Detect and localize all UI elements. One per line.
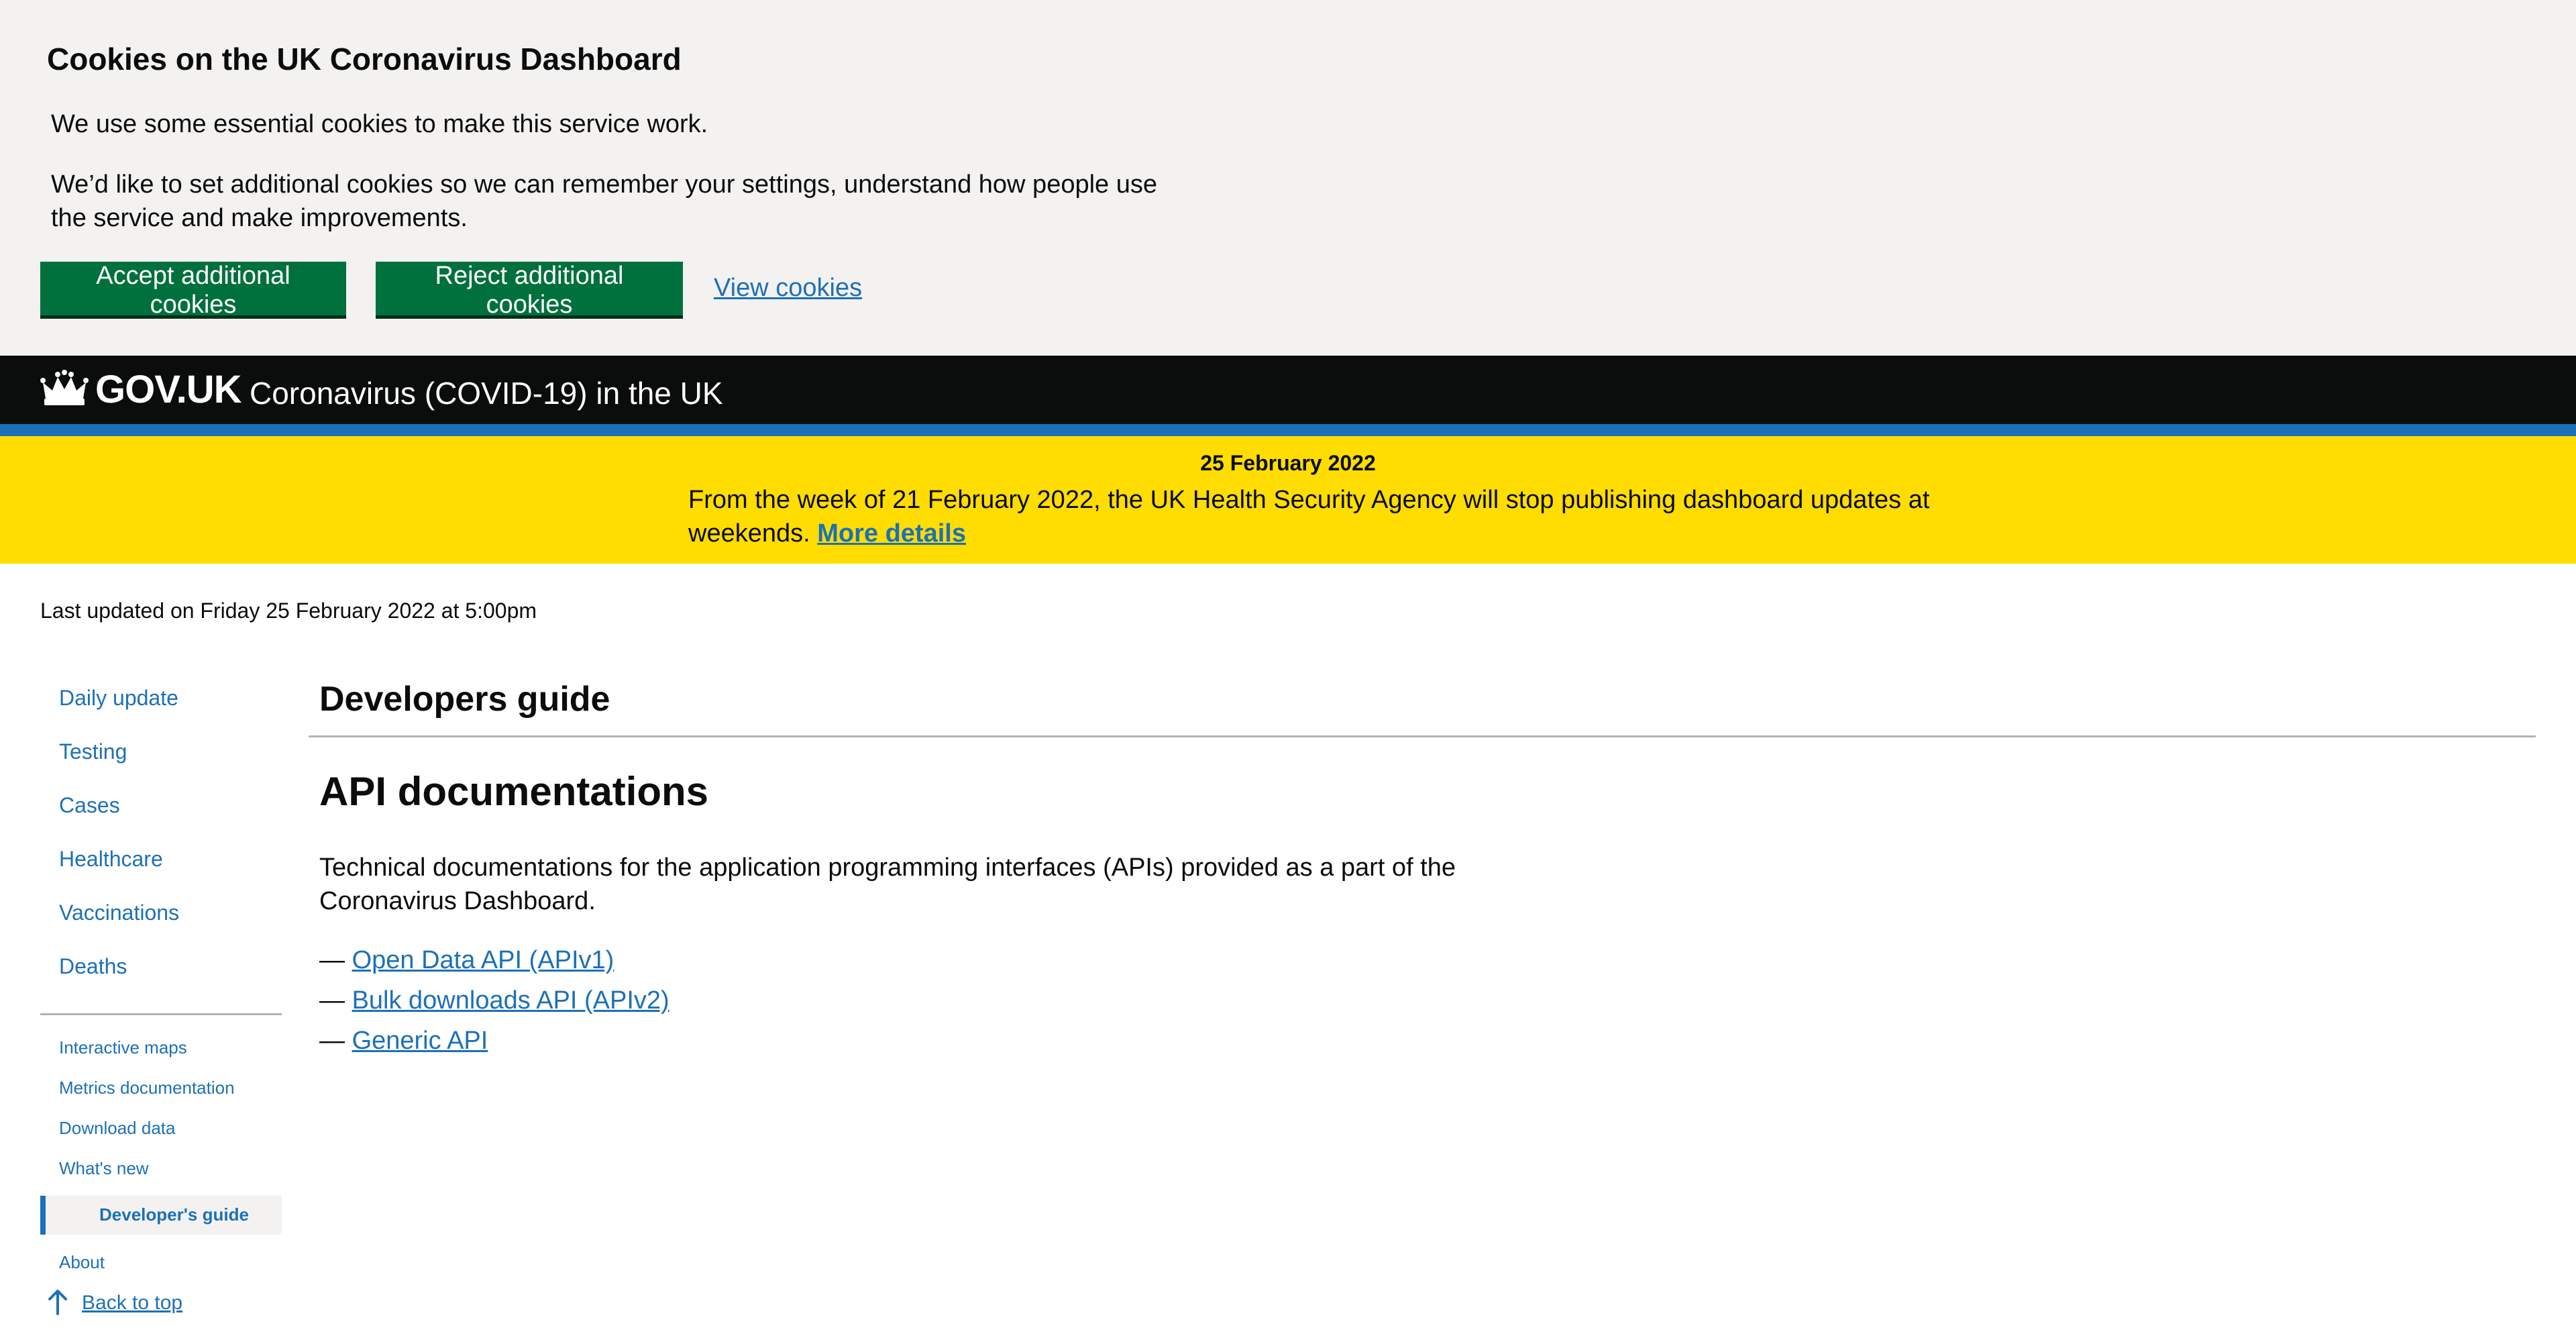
bulk-downloads-api-link[interactable]: Bulk downloads API (APIv2) <box>352 986 669 1015</box>
open-data-api-link[interactable]: Open Data API (APIv1) <box>352 946 614 974</box>
section-title: API documentations <box>319 769 709 814</box>
section-description: Technical documentations for the applica… <box>319 854 1456 915</box>
sidebar-item-interactive-maps[interactable]: Interactive maps <box>59 1036 187 1059</box>
govuk-logo-text[interactable]: GOV.UK <box>95 368 241 412</box>
sidebar-item-vaccinations[interactable]: Vaccinations <box>59 899 179 926</box>
sidebar-item-label: Developer's guide <box>99 1204 249 1225</box>
crown-icon <box>40 370 89 405</box>
sidebar-item-daily-update[interactable]: Daily update <box>59 684 178 711</box>
list-item: — Bulk downloads API (APIv2) <box>319 984 669 1017</box>
list-dash: — <box>319 1027 352 1055</box>
sidebar-item-metrics-documentation[interactable]: Metrics documentation <box>59 1076 235 1099</box>
sidebar-item-whats-new[interactable]: What's new <box>59 1157 149 1180</box>
back-to-top-link[interactable]: Back to top <box>82 1290 182 1317</box>
sidebar-divider <box>40 1013 282 1015</box>
sidebar-item-about[interactable]: About <box>59 1251 105 1274</box>
list-item: — Open Data API (APIv1) <box>319 943 614 977</box>
generic-api-link[interactable]: Generic API <box>352 1027 488 1055</box>
sidebar-item-download-data[interactable]: Download data <box>59 1117 175 1139</box>
cookie-banner-text: We’d like to set additional cookies so w… <box>51 170 1157 232</box>
site-header: GOV.UK Coronavirus (COVID-19) in the UK <box>0 356 2576 424</box>
list-dash: — <box>319 986 352 1015</box>
list-dash: — <box>319 946 352 974</box>
cookie-banner: Cookies on the UK Coronavirus Dashboard … <box>0 0 2576 356</box>
sidebar-item-healthcare[interactable]: Healthcare <box>59 845 163 872</box>
announcement-text: From the week of 21 February 2022, the U… <box>688 483 1963 550</box>
announcement-banner: 25 February 2022 From the week of 21 Feb… <box>0 436 2576 564</box>
view-cookies-link[interactable]: View cookies <box>714 271 862 305</box>
header-accent-bar <box>0 424 2576 436</box>
sidebar-item-cases[interactable]: Cases <box>59 792 120 819</box>
cookie-banner-text: We use some essential cookies to make th… <box>51 110 708 138</box>
list-item: — Generic API <box>319 1024 488 1057</box>
last-updated: Last updated on Friday 25 February 2022 … <box>40 599 537 623</box>
arrow-up-icon <box>48 1290 67 1315</box>
title-divider <box>309 735 2536 737</box>
more-details-link[interactable]: More details <box>817 519 966 548</box>
service-name[interactable]: Coronavirus (COVID-19) in the UK <box>250 374 723 412</box>
sidebar-item-testing[interactable]: Testing <box>59 738 127 765</box>
page-title: Developers guide <box>319 680 610 719</box>
announcement-date: 25 February 2022 <box>1200 451 1376 475</box>
sidebar-item-deaths[interactable]: Deaths <box>59 953 127 980</box>
accept-cookies-button[interactable]: Accept additional cookies <box>40 262 346 319</box>
sidebar-item-developers-guide[interactable]: Developer's guide <box>40 1196 282 1235</box>
cookie-banner-title: Cookies on the UK Coronavirus Dashboard <box>47 42 682 76</box>
reject-cookies-button[interactable]: Reject additional cookies <box>376 262 683 319</box>
